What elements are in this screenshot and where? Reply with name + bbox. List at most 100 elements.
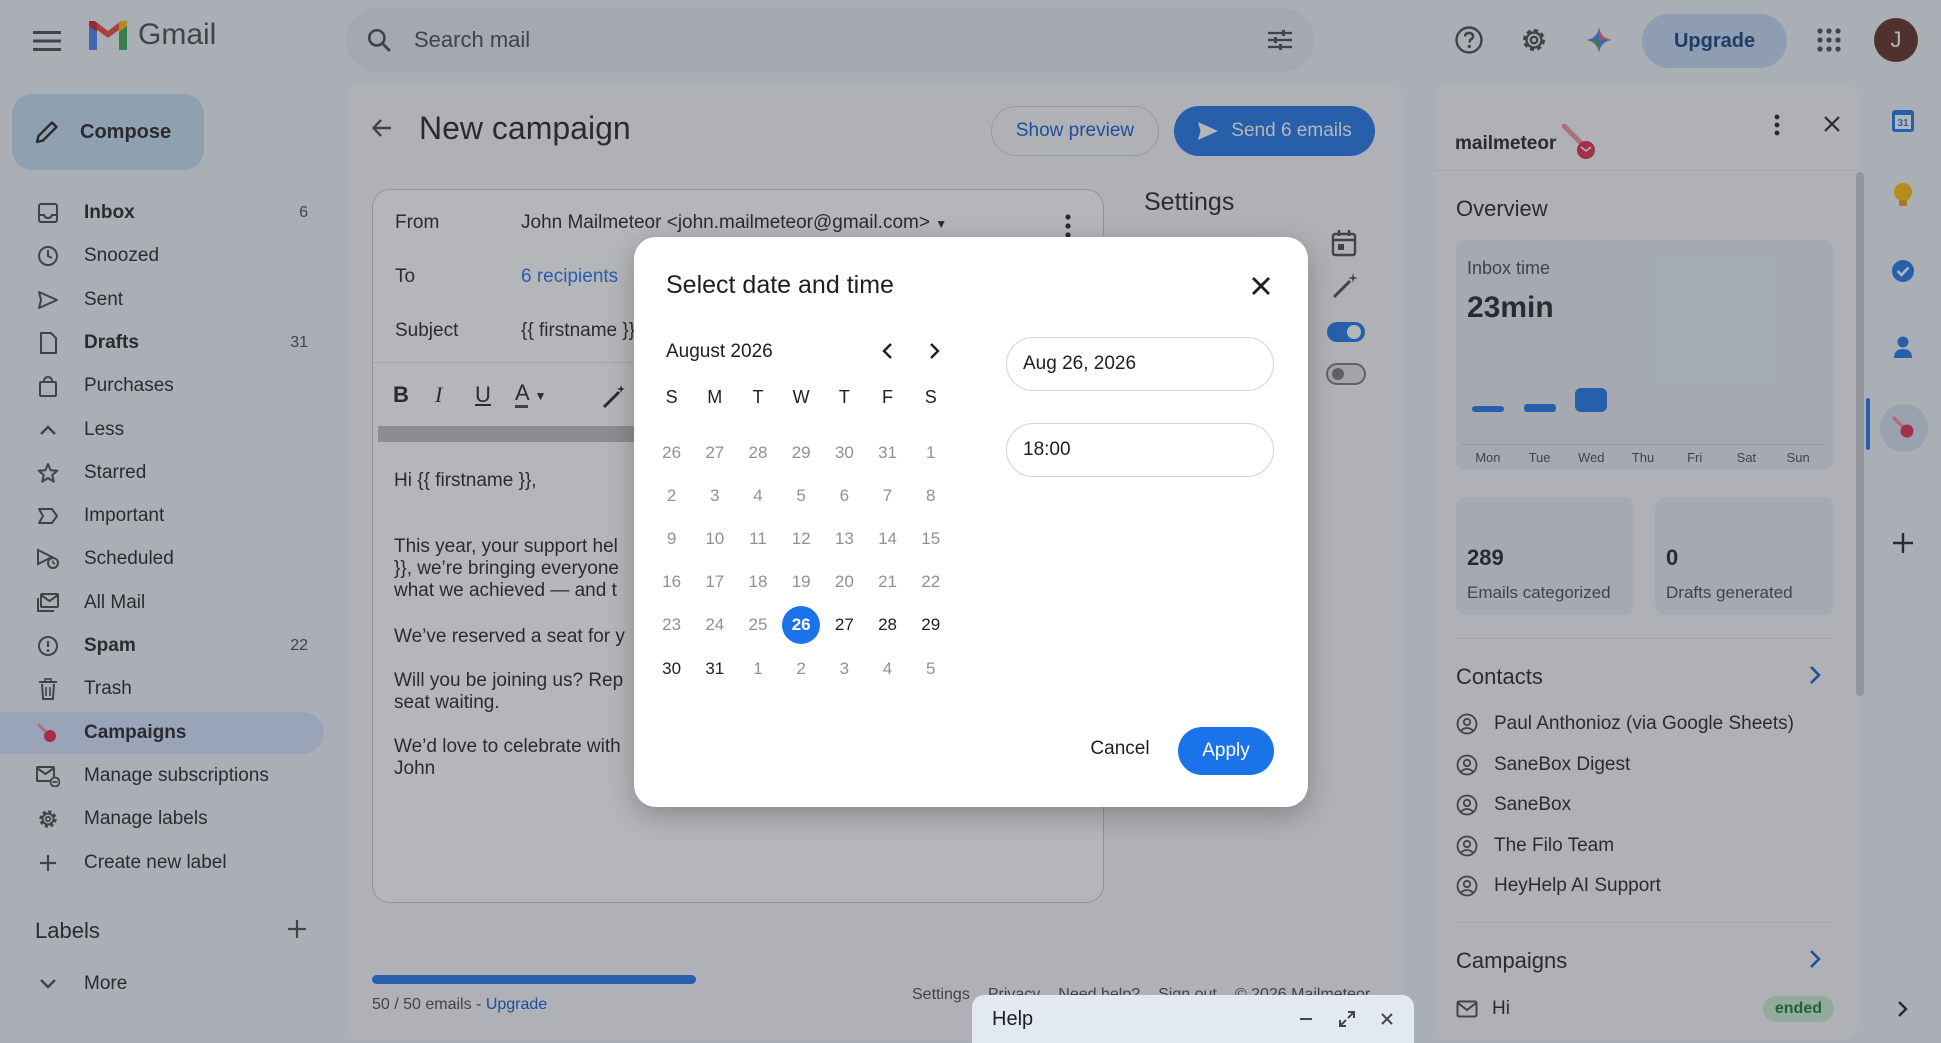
calendar-day-number: 19 (791, 572, 811, 592)
calendar-day: 13 (823, 517, 866, 560)
calendar-day-number: 10 (705, 528, 725, 548)
calendar-day-number: 1 (753, 658, 763, 678)
calendar-day-number: 12 (791, 528, 811, 548)
date-value: Aug 26, 2026 (1023, 353, 1137, 374)
calendar-day[interactable]: 29 (909, 604, 952, 647)
calendar-day-number: 2 (666, 485, 677, 505)
weekday-label: S (665, 387, 678, 407)
weekday-header: SMTWTFS (650, 387, 950, 408)
calendar-day: 29 (780, 431, 823, 474)
date-input[interactable]: Aug 26, 2026 (1006, 337, 1274, 391)
calendar-day-number: 8 (925, 485, 936, 505)
calendar-day-number: 9 (666, 528, 677, 548)
calendar-day: 24 (693, 604, 736, 647)
calendar-day-number: 16 (662, 572, 682, 592)
next-month-button[interactable] (920, 337, 948, 365)
expand-icon[interactable] (1338, 1010, 1356, 1028)
calendar-day: 3 (823, 647, 866, 690)
calendar-day: 26 (650, 431, 693, 474)
calendar-day: 20 (823, 561, 866, 604)
minimize-icon[interactable] (1298, 1011, 1314, 1027)
calendar-day: 4 (736, 474, 779, 517)
calendar-day: 17 (693, 561, 736, 604)
calendar-day-number: 17 (705, 572, 725, 592)
calendar-day: 9 (650, 517, 693, 560)
help-title: Help (992, 1007, 1034, 1030)
calendar-day-number: 1 (925, 442, 936, 462)
weekday-label: S (924, 387, 937, 407)
calendar-day: 12 (780, 517, 823, 560)
calendar-day: 5 (780, 474, 823, 517)
weekday-label: T (838, 387, 850, 407)
calendar-day-number: 29 (791, 442, 811, 462)
calendar-day-number: 25 (748, 615, 768, 635)
dialog-title: Select date and time (666, 271, 894, 299)
chevron-right-icon (930, 343, 940, 359)
calendar-day[interactable]: 27 (823, 604, 866, 647)
calendar-day: 2 (650, 474, 693, 517)
calendar-day-number: 30 (662, 658, 682, 678)
calendar-day-number: 31 (878, 442, 897, 462)
calendar-day-number: 7 (882, 485, 893, 505)
calendar-day: 2 (780, 647, 823, 690)
cancel-button[interactable]: Cancel (1068, 725, 1172, 773)
help-chat-bar[interactable]: Help (972, 995, 1414, 1043)
calendar-day: 11 (736, 517, 779, 560)
calendar-day: 18 (736, 561, 779, 604)
calendar-day: 1 (736, 647, 779, 690)
calendar-day-number: 28 (878, 615, 897, 635)
calendar-day-number: 22 (921, 572, 941, 592)
previous-month-button[interactable] (874, 337, 902, 365)
calendar-day-number: 20 (834, 572, 854, 592)
dialog-close-button[interactable] (1250, 275, 1272, 297)
calendar-day-number: 14 (878, 528, 897, 548)
weekday-label: W (792, 387, 810, 407)
calendar-day-number: 5 (796, 485, 806, 505)
time-value: 18:00 (1023, 439, 1071, 460)
calendar-day-number: 26 (662, 442, 682, 462)
calendar-day-number: 4 (753, 485, 763, 505)
calendar-day: 25 (736, 604, 779, 647)
calendar-day: 15 (909, 517, 952, 560)
calendar-day: 16 (650, 561, 693, 604)
calendar-day: 31 (866, 431, 909, 474)
calendar-day: 30 (823, 431, 866, 474)
calendar-day-number: 26 (782, 606, 821, 645)
calendar-day: 6 (823, 474, 866, 517)
calendar-day-number: 3 (710, 485, 720, 505)
calendar-day-number: 13 (834, 528, 854, 548)
calendar-grid: 26 27 28 29 30 31 1 2 3 4 5 6 7 8 9 10 11 12 13 14 15 16 17 18 1… (650, 431, 950, 690)
calendar-day: 23 (650, 604, 693, 647)
calendar-day-number: 4 (882, 658, 893, 678)
calendar-day-number: 5 (925, 658, 936, 678)
calendar-day[interactable]: 31 (693, 647, 736, 690)
time-input[interactable]: 18:00 (1006, 423, 1274, 477)
calendar-day-number: 6 (839, 485, 850, 505)
chevron-left-icon (882, 343, 892, 359)
calendar-day: 5 (909, 647, 952, 690)
close-icon (1252, 277, 1270, 295)
close-icon[interactable] (1380, 1012, 1394, 1026)
calendar-day-number: 18 (748, 572, 768, 592)
calendar-day-selected[interactable]: 26 (780, 604, 823, 647)
weekday-label: M (707, 387, 723, 407)
month-label: August 2026 (666, 341, 773, 362)
calendar-day-number: 21 (878, 572, 897, 592)
calendar-day-number: 31 (705, 658, 725, 678)
calendar-day-number: 3 (839, 658, 850, 678)
calendar-day: 4 (866, 647, 909, 690)
calendar-day-number: 15 (921, 528, 941, 548)
calendar-day: 27 (693, 431, 736, 474)
calendar-day: 19 (780, 561, 823, 604)
calendar-day-number: 2 (796, 658, 806, 678)
calendar-day: 10 (693, 517, 736, 560)
calendar-day[interactable]: 28 (866, 604, 909, 647)
apply-button[interactable]: Apply (1178, 727, 1274, 775)
weekday-label: T (752, 387, 764, 407)
calendar-day-number: 30 (834, 442, 854, 462)
calendar-day-number: 27 (834, 615, 854, 635)
calendar-day: 28 (736, 431, 779, 474)
calendar-day-number: 28 (748, 442, 768, 462)
calendar-day[interactable]: 30 (650, 647, 693, 690)
calendar-day: 3 (693, 474, 736, 517)
